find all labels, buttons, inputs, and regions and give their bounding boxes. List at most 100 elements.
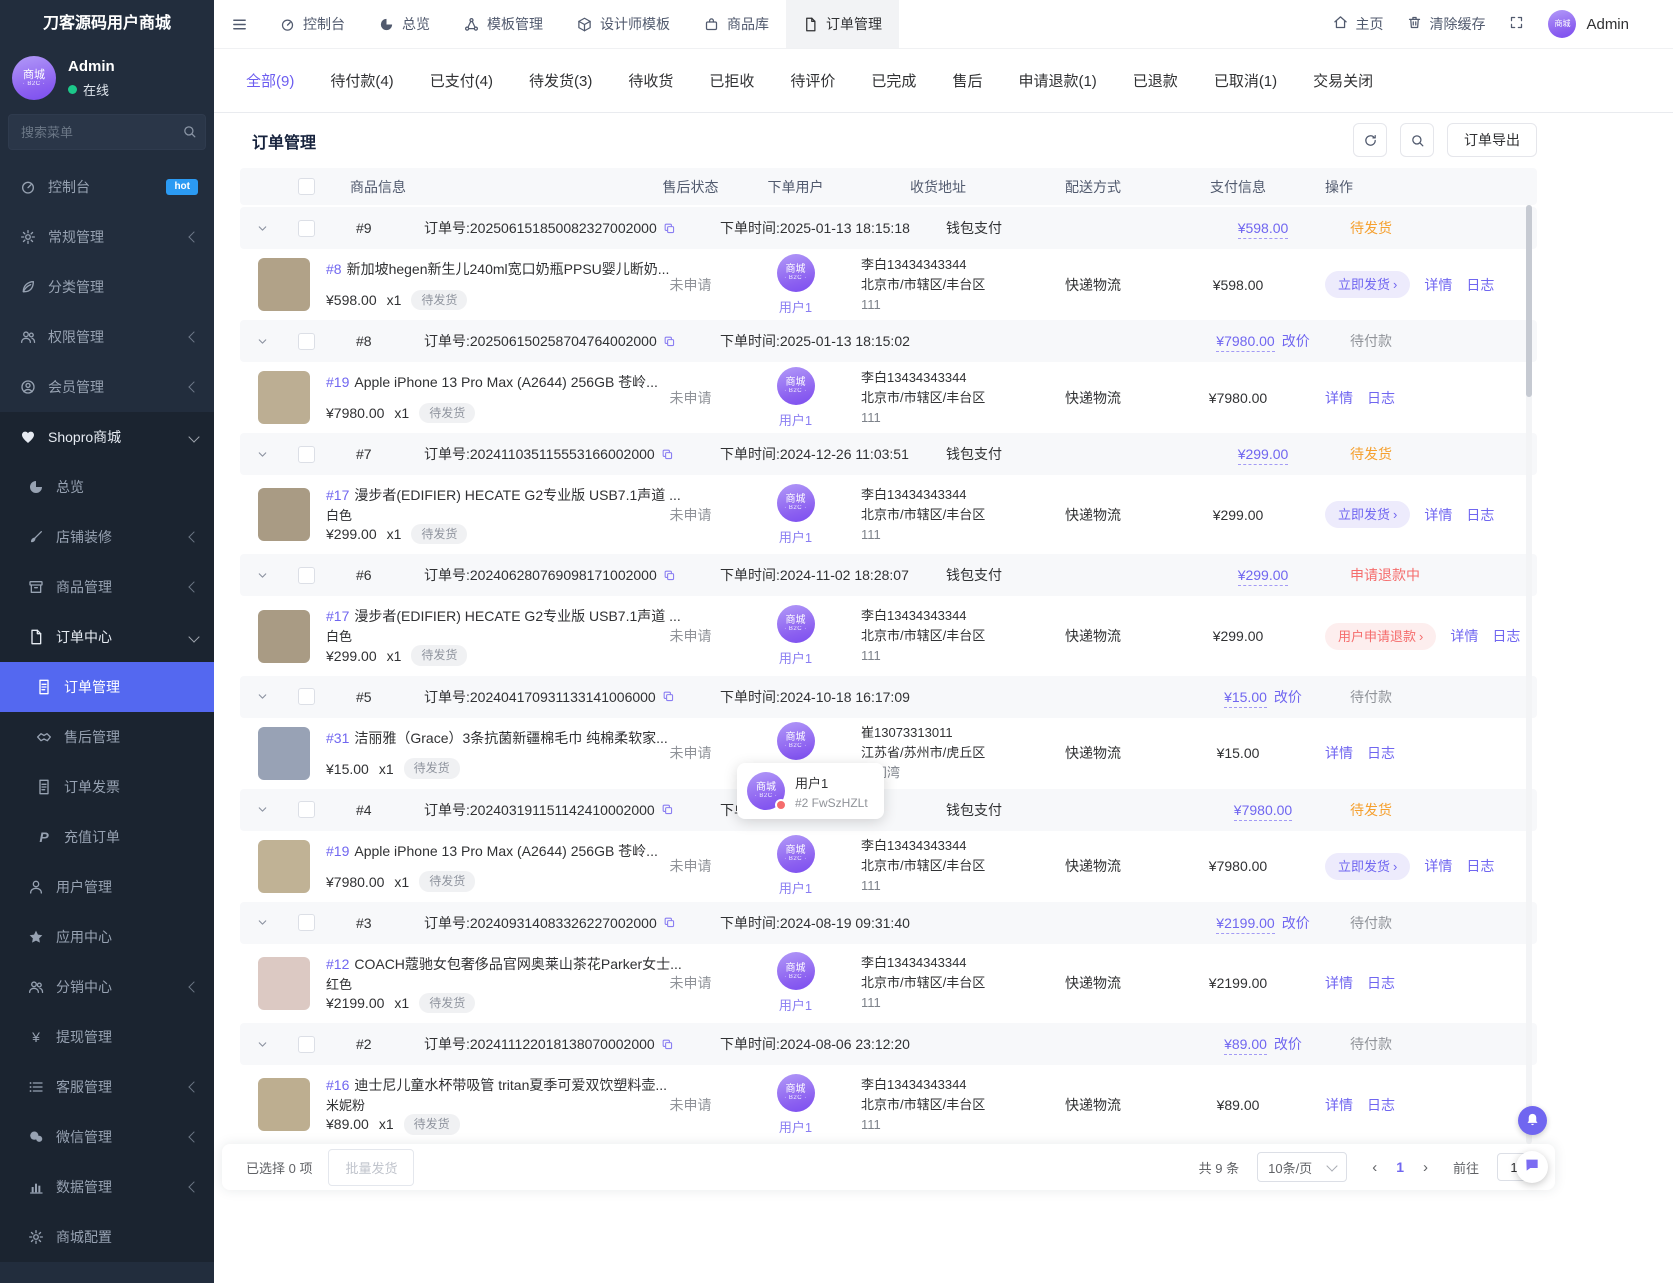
copy-icon[interactable] (663, 222, 676, 235)
page-size-select[interactable]: 10条/页 (1257, 1152, 1347, 1182)
topnav-order[interactable]: 订单管理 (786, 0, 899, 48)
sidebar-search-input[interactable] (8, 114, 206, 150)
collapse-caret-icon[interactable] (240, 448, 284, 461)
action-log[interactable]: 日志 (1466, 505, 1494, 525)
select-all-checkbox[interactable] (298, 178, 315, 195)
action-user-refund[interactable]: 用户申请退款› (1325, 623, 1436, 650)
tab-cancelled[interactable]: 已取消(1) (1214, 70, 1277, 91)
buyer[interactable]: 商城· B2C ·用户1 (738, 254, 853, 316)
buyer[interactable]: 商城· B2C ·用户1 (738, 367, 853, 429)
buyer-name[interactable]: 用户1 (779, 297, 812, 316)
topnav-goods-lib[interactable]: 商品库 (687, 0, 786, 48)
buyer-name[interactable]: 用户1 (779, 527, 812, 546)
tab-all[interactable]: 全部(9) (246, 70, 294, 91)
tab-rejected[interactable]: 已拒收 (709, 70, 754, 91)
sidebar-item-withdraw[interactable]: ¥提现管理 (0, 1012, 214, 1062)
product-title[interactable]: #12COACH蔻驰女包奢侈品官网奥莱山茶花Parker女士... (326, 954, 682, 974)
product-title[interactable]: #19Apple iPhone 13 Pro Max (A2644) 256GB… (326, 372, 658, 392)
product-image[interactable] (258, 371, 310, 424)
order-checkbox[interactable] (298, 220, 315, 237)
tab-to-ship[interactable]: 待发货(3) (529, 70, 592, 91)
action-log[interactable]: 日志 (1367, 1095, 1395, 1115)
action-detail[interactable]: 详情 (1450, 626, 1478, 646)
action-detail[interactable]: 详情 (1424, 505, 1452, 525)
copy-icon[interactable] (663, 569, 676, 582)
sidebar-item-app-center[interactable]: 应用中心 (0, 912, 214, 962)
tab-to-review[interactable]: 待评价 (790, 70, 835, 91)
change-price-link[interactable]: 改价 (1282, 333, 1310, 349)
buyer-name[interactable]: 用户1 (779, 1117, 812, 1136)
buyer[interactable]: 商城· B2C ·用户1 (738, 952, 853, 1014)
copy-icon[interactable] (661, 1038, 674, 1051)
order-amount-link[interactable]: ¥2199.00 (1216, 915, 1274, 934)
order-amount-link[interactable]: ¥7980.00 (1216, 333, 1274, 352)
menu-toggle-button[interactable] (214, 0, 263, 48)
sidebar-item-recharge-order[interactable]: P充值订单 (0, 812, 214, 862)
profile[interactable]: 商城· B2C · Admin 在线 (0, 48, 214, 110)
order-checkbox[interactable] (298, 1036, 315, 1053)
refresh-button[interactable] (1353, 123, 1387, 157)
change-price-link[interactable]: 改价 (1282, 915, 1310, 931)
order-amount-link[interactable]: ¥299.00 (1238, 567, 1289, 586)
action-log[interactable]: 日志 (1367, 973, 1395, 993)
tab-closed[interactable]: 交易关闭 (1313, 70, 1373, 91)
current-page[interactable]: 1 (1388, 1159, 1412, 1175)
sidebar-item-order-center[interactable]: 订单中心 (0, 612, 214, 662)
product-image[interactable] (258, 610, 310, 663)
copy-icon[interactable] (662, 690, 675, 703)
next-page-button[interactable]: › (1416, 1159, 1435, 1176)
product-title[interactable]: #19Apple iPhone 13 Pro Max (A2644) 256GB… (326, 841, 658, 861)
sidebar-item-general[interactable]: 常规管理 (0, 212, 214, 262)
change-price-link[interactable]: 改价 (1274, 689, 1302, 705)
action-log[interactable]: 日志 (1466, 275, 1494, 295)
action-log[interactable]: 日志 (1492, 626, 1520, 646)
tab-to-receive[interactable]: 待收货 (628, 70, 673, 91)
product-image[interactable] (258, 840, 310, 893)
action-ship[interactable]: 立即发货› (1325, 271, 1410, 298)
product-image[interactable] (258, 488, 310, 541)
sidebar-item-wechat[interactable]: 微信管理 (0, 1112, 214, 1162)
action-detail[interactable]: 详情 (1325, 388, 1353, 408)
buyer-name[interactable]: 用户1 (779, 410, 812, 429)
export-orders-button[interactable]: 订单导出 (1447, 123, 1537, 157)
order-amount-link[interactable]: ¥299.00 (1238, 446, 1289, 465)
change-price-link[interactable]: 改价 (1274, 1036, 1302, 1052)
copy-icon[interactable] (663, 335, 676, 348)
collapse-caret-icon[interactable] (240, 690, 284, 703)
sidebar-item-category[interactable]: 分类管理 (0, 262, 214, 312)
collapse-caret-icon[interactable] (240, 222, 284, 235)
product-title[interactable]: #17漫步者(EDIFIER) HECATE G2专业版 USB7.1声道 ..… (326, 485, 681, 505)
action-detail[interactable]: 详情 (1424, 275, 1452, 295)
action-log[interactable]: 日志 (1367, 388, 1395, 408)
sidebar-item-distribution[interactable]: 分销中心 (0, 962, 214, 1012)
order-checkbox[interactable] (298, 914, 315, 931)
sidebar-item-member[interactable]: 会员管理 (0, 362, 214, 412)
sidebar-item-user-manage[interactable]: 用户管理 (0, 862, 214, 912)
product-title[interactable]: #17漫步者(EDIFIER) HECATE G2专业版 USB7.1声道 ..… (326, 606, 681, 626)
product-image[interactable] (258, 727, 310, 780)
tab-refund-apply[interactable]: 申请退款(1) (1018, 70, 1096, 91)
topnav-template[interactable]: 模板管理 (447, 0, 560, 48)
action-log[interactable]: 日志 (1466, 856, 1494, 876)
order-amount-link[interactable]: ¥89.00 (1224, 1036, 1267, 1055)
customer-service-button[interactable] (1516, 1151, 1548, 1183)
copy-icon[interactable] (661, 803, 674, 816)
order-checkbox[interactable] (298, 688, 315, 705)
order-checkbox[interactable] (298, 333, 315, 350)
sidebar-item-goods[interactable]: 商品管理 (0, 562, 214, 612)
product-title[interactable]: #31洁丽雅（Grace）3条抗菌新疆棉毛巾 纯棉柔软家... (326, 728, 668, 748)
action-detail[interactable]: 详情 (1325, 743, 1353, 763)
sidebar-item-dashboard[interactable]: 控制台hot (0, 162, 214, 212)
buyer[interactable]: 商城· B2C ·用户1 (738, 484, 853, 546)
buyer[interactable]: 商城· B2C ·用户1 (738, 835, 853, 897)
sidebar-item-service[interactable]: 客服管理 (0, 1062, 214, 1112)
topnav-designer[interactable]: 设计师模板 (560, 0, 687, 48)
sidebar-item-data[interactable]: 数据管理 (0, 1162, 214, 1212)
copy-icon[interactable] (661, 448, 674, 461)
notification-bell-button[interactable] (1518, 1106, 1547, 1135)
sidebar-item-order-manage[interactable]: 订单管理 (0, 662, 214, 712)
buyer[interactable]: 商城· B2C ·用户1 (738, 605, 853, 667)
order-checkbox[interactable] (298, 446, 315, 463)
action-detail[interactable]: 详情 (1424, 856, 1452, 876)
product-image[interactable] (258, 1078, 310, 1131)
